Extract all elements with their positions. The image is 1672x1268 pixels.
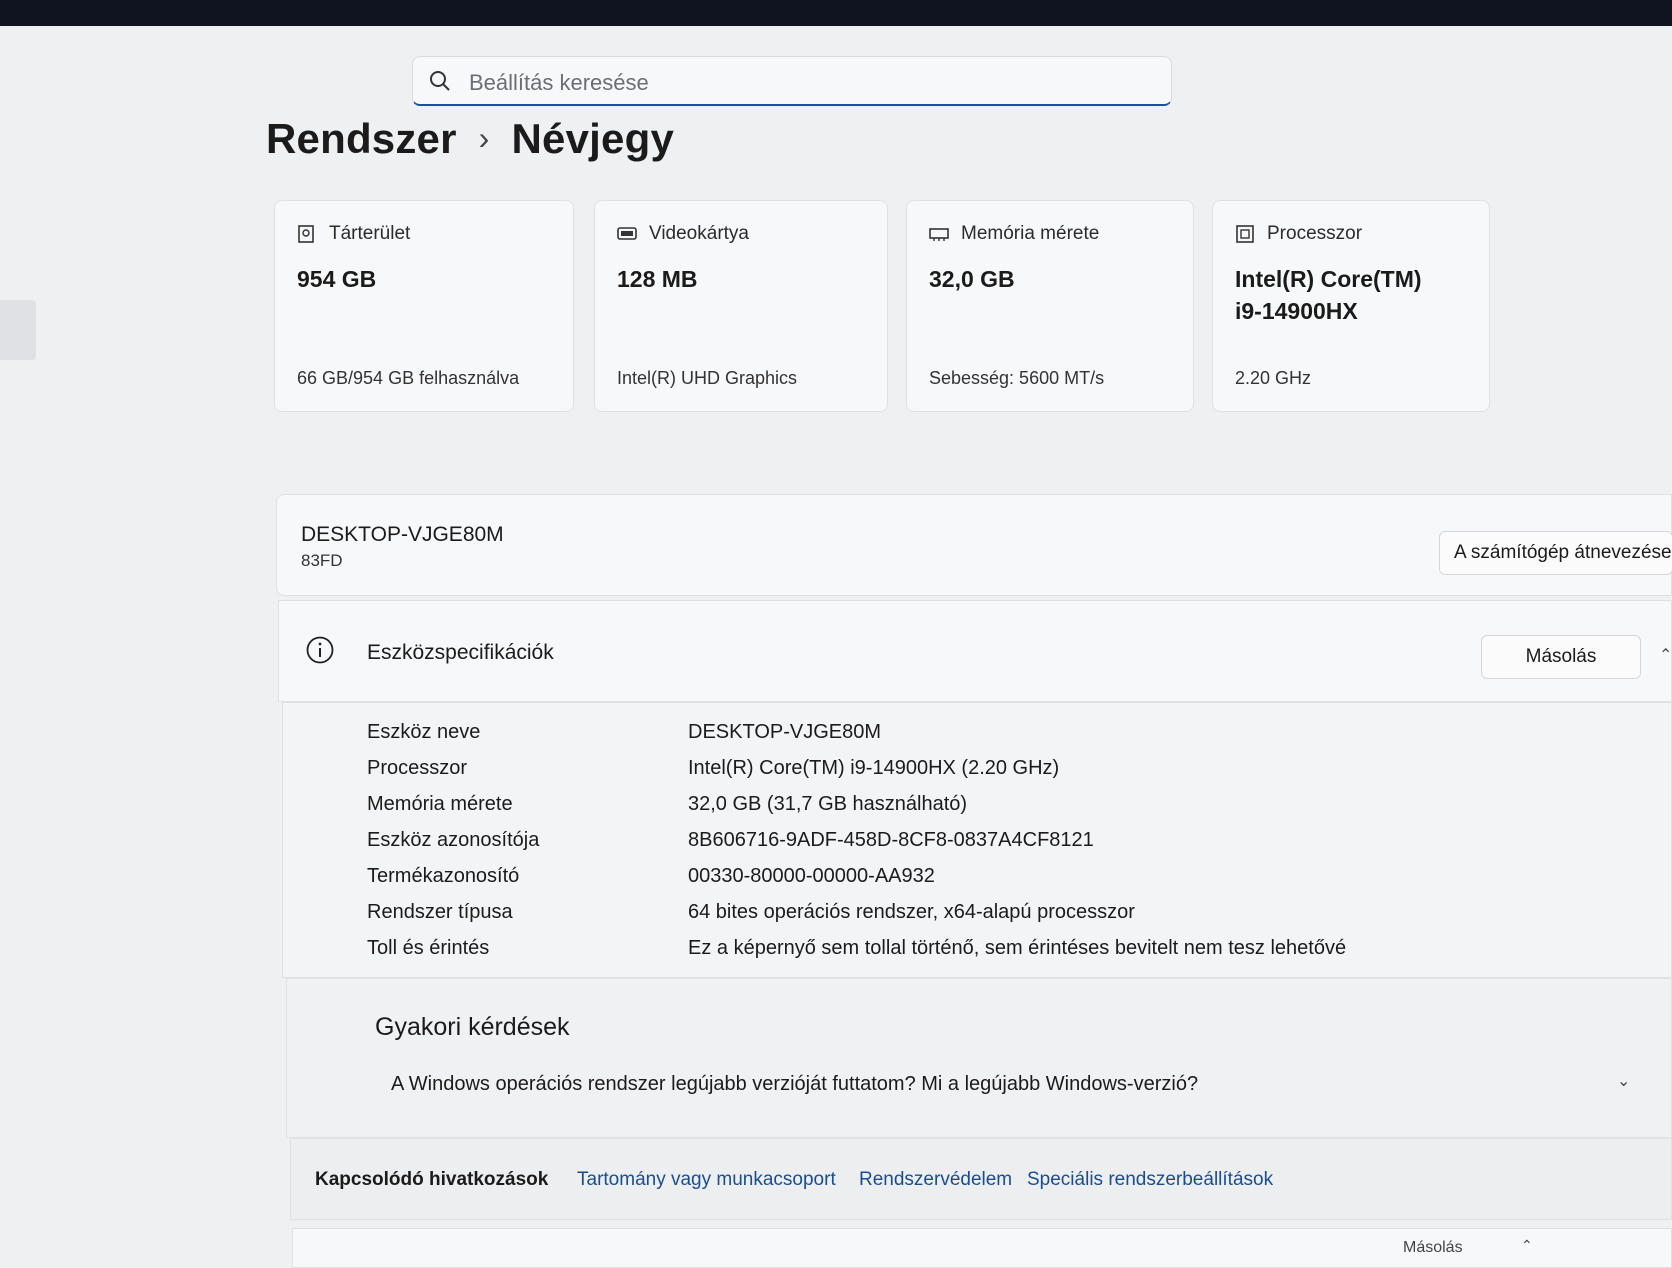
spec-value: Intel(R) Core(TM) i9-14900HX (2.20 GHz) bbox=[688, 757, 1060, 779]
processor-speed: 2.20 GHz bbox=[1235, 368, 1312, 388]
spec-row-device-id: Eszköz azonosítója 8B606716-9ADF-458D-8C… bbox=[283, 829, 1672, 863]
spec-key: Eszköz neve bbox=[367, 721, 481, 743]
faq-title: Gyakori kérdések bbox=[375, 1013, 570, 1041]
processor-value-line1: Intel(R) Core(TM) bbox=[1235, 266, 1422, 292]
link-advanced-system-settings[interactable]: Speciális rendszerbeállítások bbox=[1027, 1169, 1273, 1191]
cpu-icon bbox=[1236, 225, 1254, 243]
search-icon bbox=[430, 71, 450, 91]
windows-specs-header[interactable]: Másolás ⌃ bbox=[292, 1228, 1672, 1268]
spec-value: 8B606716-9ADF-458D-8CF8-0837A4CF8121 bbox=[688, 829, 1094, 851]
spec-key: Memória mérete bbox=[367, 793, 513, 815]
memory-icon bbox=[929, 228, 949, 241]
gpu-name: Intel(R) UHD Graphics bbox=[617, 368, 798, 388]
spec-value: 32,0 GB (31,7 GB használható) bbox=[688, 793, 968, 815]
storage-card[interactable]: Tárterület 954 GB 66 GB/954 GB felhaszná… bbox=[274, 200, 574, 412]
memory-card[interactable]: Memória mérete 32,0 GB Sebesség: 5600 MT… bbox=[906, 200, 1194, 412]
spec-key: Toll és érintés bbox=[367, 937, 490, 959]
gpu-label: Videokártya bbox=[649, 223, 749, 244]
spec-row-processor: Processzor Intel(R) Core(TM) i9-14900HX … bbox=[283, 757, 1672, 791]
processor-label: Processzor bbox=[1267, 223, 1363, 244]
storage-value: 954 GB bbox=[297, 266, 377, 292]
faq-section: Gyakori kérdések A Windows operációs ren… bbox=[286, 978, 1672, 1138]
spec-key: Eszköz azonosítója bbox=[367, 829, 540, 851]
spec-row-system-type: Rendszer típusa 64 bites operációs rends… bbox=[283, 901, 1672, 935]
device-specs-header[interactable]: Eszközspecifikációk Másolás ⌃ bbox=[278, 600, 1672, 702]
spec-value: Ez a képernyő sem tollal történő, sem ér… bbox=[688, 937, 1347, 959]
chevron-right-icon: › bbox=[478, 120, 490, 156]
device-specs-title: Eszközspecifikációk bbox=[367, 641, 554, 664]
device-name: DESKTOP-VJGE80M bbox=[301, 523, 504, 546]
related-links: Kapcsolódó hivatkozások Tartomány vagy m… bbox=[290, 1138, 1672, 1220]
chevron-down-icon[interactable]: ⌄ bbox=[1617, 1071, 1630, 1091]
window-top-edge bbox=[0, 0, 1672, 26]
chevron-up-icon[interactable]: ⌃ bbox=[1659, 645, 1672, 665]
breadcrumb: Rendszer › Névjegy bbox=[266, 115, 674, 163]
spec-value: 00330-80000-00000-AA932 bbox=[688, 865, 935, 887]
memory-value: 32,0 GB bbox=[929, 266, 1015, 292]
spec-key: Processzor bbox=[367, 757, 468, 779]
nav-pane-edge bbox=[0, 300, 36, 360]
spec-value: 64 bites operációs rendszer, x64-alapú p… bbox=[688, 901, 1135, 923]
gpu-icon bbox=[617, 227, 637, 240]
spec-row-memory: Memória mérete 32,0 GB (31,7 GB használh… bbox=[283, 793, 1672, 827]
settings-search-box[interactable]: Beállítás keresése bbox=[412, 56, 1172, 106]
storage-icon bbox=[298, 225, 314, 243]
processor-value-line2: i9-14900HX bbox=[1235, 298, 1358, 324]
processor-card[interactable]: Processzor Intel(R) Core(TM) i9-14900HX … bbox=[1212, 200, 1490, 412]
search-input[interactable]: Beállítás keresése bbox=[469, 70, 649, 96]
link-domain-workgroup[interactable]: Tartomány vagy munkacsoport bbox=[577, 1169, 836, 1191]
copy-windows-specs-button[interactable]: Másolás bbox=[1403, 1239, 1463, 1257]
spec-value: DESKTOP-VJGE80M bbox=[688, 721, 882, 743]
rename-pc-button[interactable]: A számítógép átnevezése bbox=[1439, 531, 1672, 575]
device-name-panel: DESKTOP-VJGE80M 83FD A számítógép átneve… bbox=[276, 494, 1672, 596]
device-model: 83FD bbox=[301, 551, 343, 570]
processor-value: Intel(R) Core(TM) i9-14900HX bbox=[1235, 263, 1422, 327]
link-system-protection[interactable]: Rendszervédelem bbox=[859, 1169, 1012, 1191]
chevron-up-icon[interactable]: ⌃ bbox=[1521, 1237, 1533, 1254]
memory-label: Memória mérete bbox=[961, 223, 1100, 244]
page-title: Névjegy bbox=[511, 115, 675, 162]
related-links-label: Kapcsolódó hivatkozások bbox=[315, 1169, 549, 1190]
gpu-value: 128 MB bbox=[617, 266, 698, 292]
gpu-card[interactable]: Videokártya 128 MB Intel(R) UHD Graphics bbox=[594, 200, 888, 412]
spec-key: Termékazonosító bbox=[367, 865, 520, 887]
storage-usage: 66 GB/954 GB felhasználva bbox=[297, 368, 520, 388]
spec-row-device-name: Eszköz neve DESKTOP-VJGE80M bbox=[283, 721, 1672, 755]
faq-question[interactable]: A Windows operációs rendszer legújabb ve… bbox=[391, 1073, 1198, 1096]
info-icon bbox=[306, 636, 334, 664]
storage-label: Tárterület bbox=[329, 223, 411, 244]
memory-speed: Sebesség: 5600 MT/s bbox=[929, 368, 1105, 388]
copy-specs-button[interactable]: Másolás bbox=[1481, 635, 1641, 679]
spec-row-pen-touch: Toll és érintés Ez a képernyő sem tollal… bbox=[283, 937, 1672, 971]
device-specs-list: Eszköz neve DESKTOP-VJGE80M Processzor I… bbox=[282, 702, 1672, 978]
spec-row-product-id: Termékazonosító 00330-80000-00000-AA932 bbox=[283, 865, 1672, 899]
spec-key: Rendszer típusa bbox=[367, 901, 513, 923]
breadcrumb-parent[interactable]: Rendszer bbox=[266, 115, 457, 162]
